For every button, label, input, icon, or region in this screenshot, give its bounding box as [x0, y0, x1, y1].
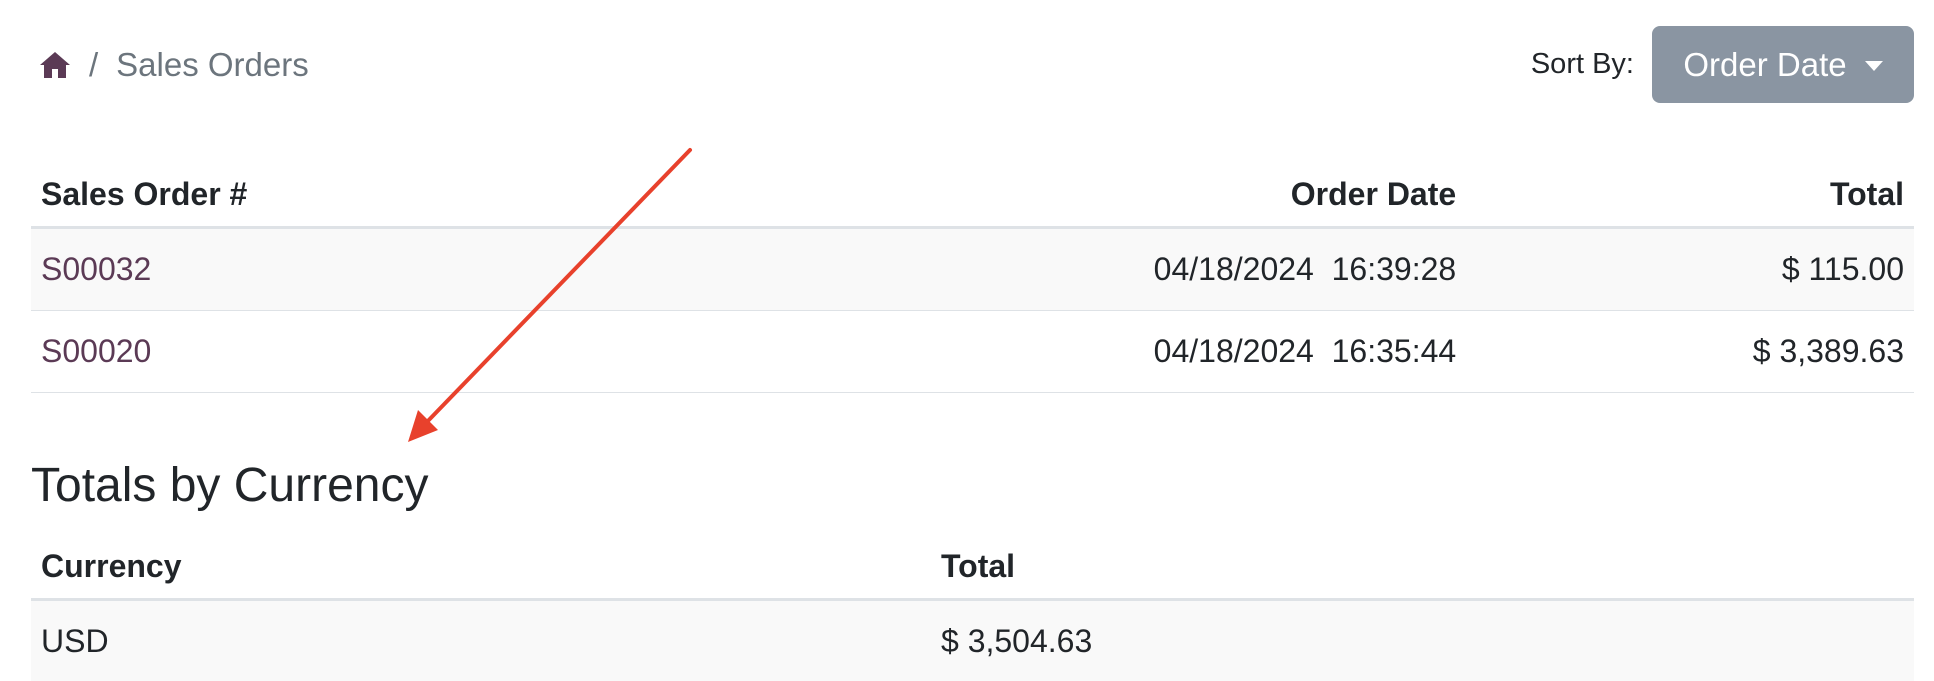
- table-row: USD $ 3,504.63: [31, 600, 1914, 681]
- totals-by-currency-heading: Totals by Currency: [31, 458, 428, 513]
- sort-dropdown-button[interactable]: Order Date: [1652, 26, 1914, 103]
- order-date-cell: 04/18/2024 16:39:28: [623, 228, 1466, 311]
- order-link[interactable]: S00020: [41, 333, 151, 369]
- table-header-row: Sales Order # Order Date Total: [31, 162, 1914, 228]
- breadcrumb-separator: /: [89, 46, 98, 84]
- column-header-total: Total: [931, 534, 1914, 600]
- totals-by-currency-table: Currency Total USD $ 3,504.63: [31, 534, 1914, 681]
- sort-control: Sort By: Order Date: [1531, 26, 1914, 103]
- column-header-order-date[interactable]: Order Date: [623, 162, 1466, 228]
- currency-cell: USD: [31, 600, 931, 681]
- order-link[interactable]: S00032: [41, 251, 151, 287]
- order-total-cell: $ 115.00: [1466, 228, 1914, 311]
- order-total-cell: $ 3,389.63: [1466, 311, 1914, 393]
- order-date-cell: 04/18/2024 16:35:44: [623, 311, 1466, 393]
- top-bar: / Sales Orders Sort By: Order Date: [31, 26, 1914, 104]
- column-header-total[interactable]: Total: [1466, 162, 1914, 228]
- order-number-cell: S00032: [31, 228, 623, 311]
- table-row[interactable]: S00020 04/18/2024 16:35:44 $ 3,389.63: [31, 311, 1914, 393]
- sort-label: Sort By:: [1531, 48, 1634, 81]
- sort-selected-value: Order Date: [1683, 46, 1846, 84]
- sales-orders-table: Sales Order # Order Date Total S00032 04…: [31, 162, 1914, 393]
- order-number-cell: S00020: [31, 311, 623, 393]
- breadcrumb-current: Sales Orders: [116, 46, 309, 84]
- column-header-sales-order[interactable]: Sales Order #: [31, 162, 623, 228]
- breadcrumb: / Sales Orders: [39, 46, 309, 84]
- column-header-currency: Currency: [31, 534, 931, 600]
- table-header-row: Currency Total: [31, 534, 1914, 600]
- caret-down-icon: [1865, 61, 1883, 71]
- home-icon[interactable]: [39, 50, 71, 80]
- table-row[interactable]: S00032 04/18/2024 16:39:28 $ 115.00: [31, 228, 1914, 311]
- currency-total-cell: $ 3,504.63: [931, 600, 1914, 681]
